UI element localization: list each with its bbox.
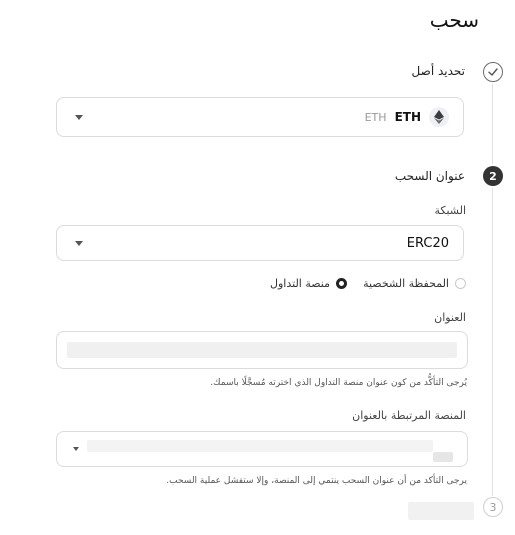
page-title: سحب [429, 8, 479, 32]
radio-exchange[interactable]: منصة التداول [270, 277, 347, 290]
address-input[interactable] [56, 331, 468, 369]
step-2-number: 2 [489, 169, 497, 183]
asset-code: ETH [394, 110, 421, 124]
step-3-number: 3 [489, 500, 497, 514]
step-3-indicator: 3 [483, 497, 503, 517]
network-select[interactable]: ERC20 [56, 225, 464, 261]
timeline-connector [492, 84, 493, 164]
step-2-indicator: 2 [483, 166, 503, 186]
step-1-label: تحديد أصل [411, 64, 465, 78]
platform-label: المنصة المرتبطة بالعنوان [352, 409, 466, 422]
radio-personal-wallet[interactable]: المحفظة الشخصية [363, 277, 466, 290]
address-label: العنوان [434, 311, 466, 324]
chevron-down-icon [75, 241, 83, 246]
redacted-address [67, 342, 457, 358]
redacted-platform-mark [433, 452, 453, 462]
asset-select[interactable]: ETH ETH [56, 97, 464, 137]
chevron-down-icon [75, 115, 83, 120]
radio-label: المحفظة الشخصية [363, 277, 449, 290]
network-label: الشبكة [434, 204, 466, 217]
chevron-down-icon [73, 447, 79, 451]
address-hint: يُرجى التأكُّد من كون عنوان منصة التداول… [210, 378, 467, 388]
ethereum-icon [429, 107, 449, 127]
network-value: ERC20 [406, 235, 449, 251]
timeline-connector [492, 188, 493, 496]
redacted-step-3-label [408, 502, 474, 520]
radio-circle[interactable] [455, 278, 466, 289]
platform-select[interactable] [56, 431, 468, 467]
platform-hint: يرجى التأكد من أن عنوان السحب ينتمي إلى … [166, 476, 467, 486]
step-2-label: عنوان السحب [394, 169, 465, 183]
radio-label: منصة التداول [269, 277, 330, 290]
check-icon [488, 68, 498, 76]
step-1-indicator [483, 62, 503, 82]
redacted-platform [87, 440, 433, 452]
radio-circle-selected[interactable] [336, 278, 347, 289]
asset-name: ETH [364, 110, 387, 124]
